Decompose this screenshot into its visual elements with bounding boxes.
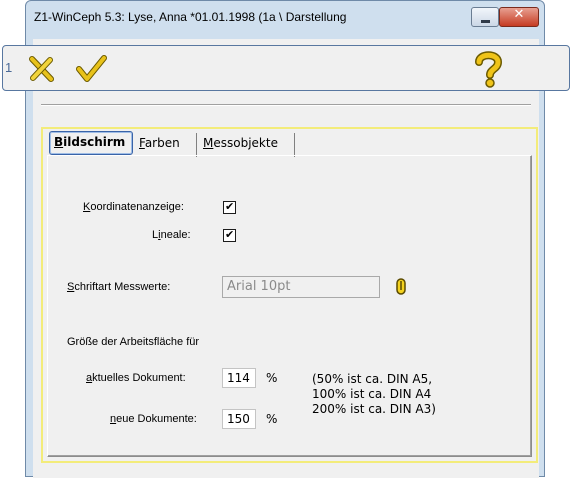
close-button[interactable]: ✕ [499,7,539,27]
help-button[interactable] [471,50,505,88]
neue-dokumente-input[interactable]: 150 [222,409,256,429]
din-size-hint: (50% ist ca. DIN A5, 100% ist ca. DIN A4… [312,372,436,416]
toolbar-separator [41,104,531,106]
checkmark-icon: ✔ [225,228,235,241]
aktuelles-dokument-input[interactable]: 114 [222,368,256,388]
checkmark-icon: ✔ [225,200,235,213]
koordinatenanzeige-label: Koordinatenanzeige: [83,201,184,213]
checkmark-icon [76,55,107,82]
help-question-icon [475,51,503,88]
tab-content-bildschirm: Koordinatenanzeige: ✔ Lineale: ✔ Schrift… [47,155,532,457]
lineale-label: Lineale: [152,229,191,241]
minimize-icon [481,20,490,23]
tab-bildschirm[interactable]: Bildschirm [49,131,133,155]
client-area: 1 Bildschirm Farben Messobjekte Koordina… [2,39,570,478]
lineale-checkbox[interactable]: ✔ [223,228,236,242]
window-title: Z1-WinCeph 5.3: Lyse, Anna *01.01.1998 (… [34,10,347,24]
app-window: Z1-WinCeph 5.3: Lyse, Anna *01.01.1998 (… [2,0,570,478]
percent-label: % [266,412,278,426]
aktuelles-dokument-label: aktuelles Dokument: [86,372,186,384]
title-bar[interactable]: Z1-WinCeph 5.3: Lyse, Anna *01.01.1998 (… [26,1,544,39]
font-picker-icon[interactable] [394,278,408,296]
schriftart-label: Schriftart Messwerte: [67,281,171,293]
close-icon: ✕ [513,7,525,22]
koordinatenanzeige-checkbox[interactable]: ✔ [223,200,236,214]
toolbar-marker-number: 1 [5,60,13,75]
ok-button[interactable] [73,52,109,86]
tab-farben[interactable]: Farben [135,133,197,157]
arbeitsflaeche-heading: Größe der Arbeitsfläche für [67,336,200,348]
schriftart-field: Arial 10pt [222,276,380,298]
percent-label: % [266,371,278,385]
neue-dokumente-label: neue Dokumente: [110,413,197,425]
minimize-button[interactable] [471,7,499,27]
tab-messobjekte[interactable]: Messobjekte [199,133,295,157]
cancel-button[interactable] [24,52,58,86]
cancel-x-icon [29,56,54,82]
toolbar: 1 [2,45,570,91]
settings-panel: Bildschirm Farben Messobjekte Koordinate… [41,127,538,463]
